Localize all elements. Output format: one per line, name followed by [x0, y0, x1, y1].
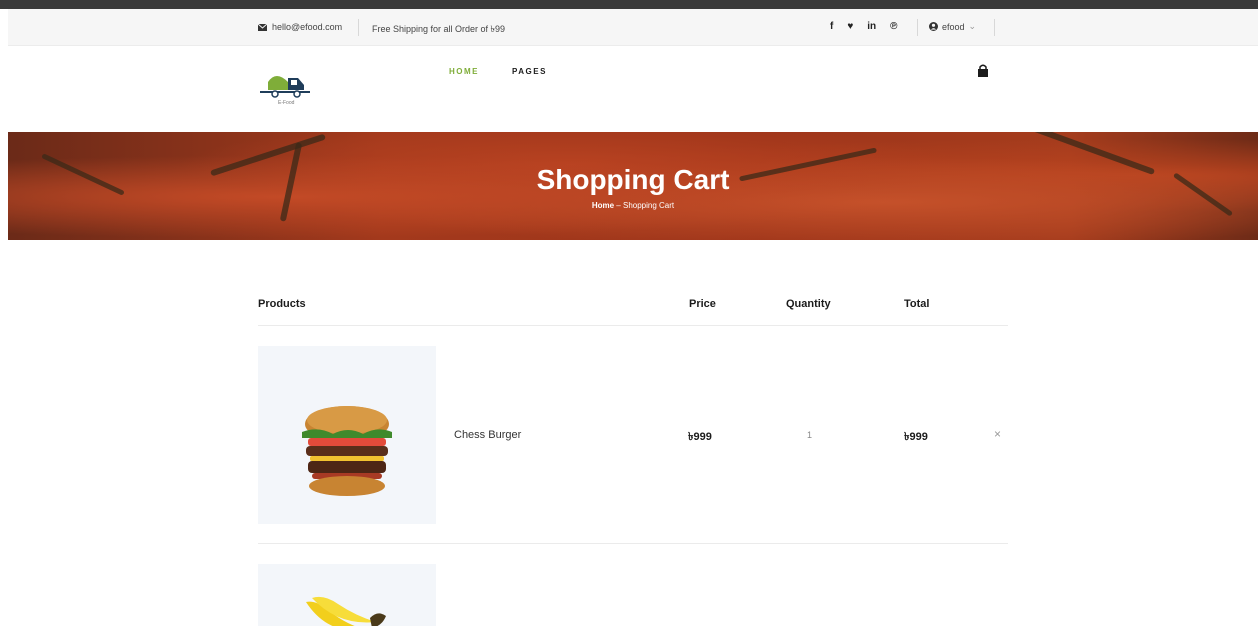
- burger-image: [302, 406, 392, 496]
- column-price: Price: [689, 298, 716, 310]
- efood-logo[interactable]: E-Food: [258, 68, 318, 113]
- column-products: Products: [258, 298, 306, 310]
- nav-pages[interactable]: PAGES: [512, 67, 547, 76]
- breadcrumb-current: Shopping Cart: [622, 201, 675, 210]
- product-price: ৳999: [688, 431, 712, 443]
- social-links: f ♥ in ℗: [830, 21, 898, 32]
- product-name[interactable]: Chess Burger: [454, 429, 521, 441]
- email-contact[interactable]: hello@efood.com: [258, 22, 342, 32]
- logo-caption: E-Food: [278, 100, 295, 106]
- page-title: Shopping Cart: [536, 164, 730, 195]
- banana-image: [306, 596, 386, 626]
- account-label: efood: [942, 21, 965, 32]
- cart-table-header: Products Price Quantity Total: [258, 296, 1008, 326]
- divider: [358, 19, 359, 36]
- linkedin-icon[interactable]: in: [867, 21, 876, 32]
- top-info-bar: hello@efood.com Free Shipping for all Or…: [8, 9, 1258, 46]
- table-row: Chess Burger ৳999 1 ৳999 ×: [258, 326, 1008, 544]
- twitter-icon[interactable]: ♥: [847, 21, 853, 32]
- product-total: ৳999: [904, 431, 928, 443]
- divider: [994, 19, 995, 36]
- product-thumbnail[interactable]: [258, 564, 436, 626]
- divider: [917, 19, 918, 36]
- remove-item-icon[interactable]: ×: [994, 427, 1001, 441]
- breadcrumb: Home – Shopping Cart: [8, 201, 1258, 210]
- email-text: hello@efood.com: [272, 22, 343, 32]
- shipping-notice: Free Shipping for all Order of ৳99: [372, 24, 506, 34]
- product-thumbnail[interactable]: [258, 346, 436, 524]
- breadcrumb-separator: –: [614, 201, 623, 210]
- facebook-icon[interactable]: f: [830, 21, 833, 32]
- user-circle-icon: [929, 22, 938, 31]
- column-total: Total: [904, 298, 930, 310]
- main-nav: HOME PAGES: [449, 67, 547, 76]
- envelope-icon: [258, 23, 267, 31]
- shopping-bag-icon[interactable]: [976, 64, 990, 78]
- nav-home[interactable]: HOME: [449, 67, 479, 76]
- browser-top-strip: [0, 0, 1258, 9]
- pinterest-icon[interactable]: ℗: [890, 21, 897, 32]
- page-banner: Shopping Cart Home – Shopping Cart: [8, 132, 1258, 240]
- breadcrumb-home[interactable]: Home: [592, 201, 614, 210]
- site-header: E-Food HOME PAGES: [8, 46, 1258, 132]
- table-row: [258, 544, 1008, 626]
- delivery-truck-logo-icon: [260, 76, 310, 98]
- quantity-value[interactable]: 1: [807, 430, 812, 440]
- column-quantity: Quantity: [786, 298, 831, 310]
- account-dropdown[interactable]: efood ⌄: [929, 21, 976, 32]
- chevron-down-icon: ⌄: [968, 21, 977, 31]
